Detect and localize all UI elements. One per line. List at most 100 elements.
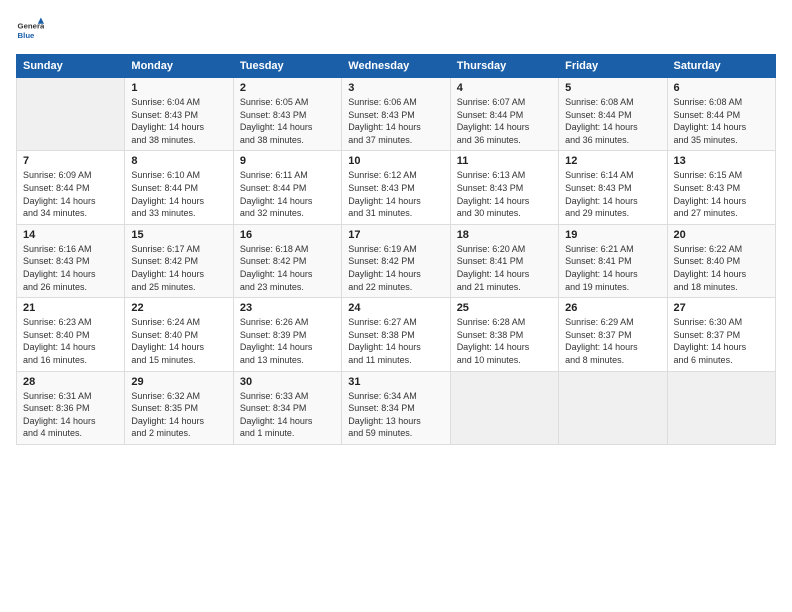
calendar-cell [667, 371, 775, 444]
day-info: Sunrise: 6:12 AMSunset: 8:43 PMDaylight:… [348, 169, 443, 219]
day-info: Sunrise: 6:10 AMSunset: 8:44 PMDaylight:… [131, 169, 226, 219]
calendar-cell: 7 Sunrise: 6:09 AMSunset: 8:44 PMDayligh… [17, 151, 125, 224]
day-number: 6 [674, 82, 769, 94]
day-number: 22 [131, 302, 226, 314]
calendar-cell: 12 Sunrise: 6:14 AMSunset: 8:43 PMDaylig… [559, 151, 667, 224]
calendar-cell: 6 Sunrise: 6:08 AMSunset: 8:44 PMDayligh… [667, 78, 775, 151]
day-number: 2 [240, 82, 335, 94]
day-header-monday: Monday [125, 55, 233, 78]
day-info: Sunrise: 6:09 AMSunset: 8:44 PMDaylight:… [23, 169, 118, 219]
day-number: 17 [348, 229, 443, 241]
day-info: Sunrise: 6:04 AMSunset: 8:43 PMDaylight:… [131, 96, 226, 146]
calendar-cell: 21 Sunrise: 6:23 AMSunset: 8:40 PMDaylig… [17, 298, 125, 371]
day-number: 7 [23, 155, 118, 167]
day-header-thursday: Thursday [450, 55, 558, 78]
day-number: 12 [565, 155, 660, 167]
logo-icon: General Blue [16, 16, 44, 44]
day-info: Sunrise: 6:08 AMSunset: 8:44 PMDaylight:… [674, 96, 769, 146]
week-row-4: 21 Sunrise: 6:23 AMSunset: 8:40 PMDaylig… [17, 298, 776, 371]
day-number: 5 [565, 82, 660, 94]
calendar-cell: 3 Sunrise: 6:06 AMSunset: 8:43 PMDayligh… [342, 78, 450, 151]
day-info: Sunrise: 6:34 AMSunset: 8:34 PMDaylight:… [348, 390, 443, 440]
day-number: 21 [23, 302, 118, 314]
day-info: Sunrise: 6:33 AMSunset: 8:34 PMDaylight:… [240, 390, 335, 440]
day-number: 27 [674, 302, 769, 314]
calendar-cell: 11 Sunrise: 6:13 AMSunset: 8:43 PMDaylig… [450, 151, 558, 224]
calendar-cell: 23 Sunrise: 6:26 AMSunset: 8:39 PMDaylig… [233, 298, 341, 371]
logo: General Blue [16, 16, 44, 44]
calendar-cell: 10 Sunrise: 6:12 AMSunset: 8:43 PMDaylig… [342, 151, 450, 224]
calendar-cell: 8 Sunrise: 6:10 AMSunset: 8:44 PMDayligh… [125, 151, 233, 224]
day-info: Sunrise: 6:17 AMSunset: 8:42 PMDaylight:… [131, 243, 226, 293]
calendar-cell: 24 Sunrise: 6:27 AMSunset: 8:38 PMDaylig… [342, 298, 450, 371]
calendar-cell: 15 Sunrise: 6:17 AMSunset: 8:42 PMDaylig… [125, 224, 233, 297]
day-header-friday: Friday [559, 55, 667, 78]
day-number: 16 [240, 229, 335, 241]
day-info: Sunrise: 6:13 AMSunset: 8:43 PMDaylight:… [457, 169, 552, 219]
calendar-cell: 5 Sunrise: 6:08 AMSunset: 8:44 PMDayligh… [559, 78, 667, 151]
calendar-cell: 27 Sunrise: 6:30 AMSunset: 8:37 PMDaylig… [667, 298, 775, 371]
week-row-5: 28 Sunrise: 6:31 AMSunset: 8:36 PMDaylig… [17, 371, 776, 444]
header: General Blue [16, 16, 776, 44]
day-number: 3 [348, 82, 443, 94]
calendar-cell: 28 Sunrise: 6:31 AMSunset: 8:36 PMDaylig… [17, 371, 125, 444]
calendar-cell: 16 Sunrise: 6:18 AMSunset: 8:42 PMDaylig… [233, 224, 341, 297]
calendar-cell: 25 Sunrise: 6:28 AMSunset: 8:38 PMDaylig… [450, 298, 558, 371]
day-number: 28 [23, 376, 118, 388]
day-number: 13 [674, 155, 769, 167]
calendar-cell: 13 Sunrise: 6:15 AMSunset: 8:43 PMDaylig… [667, 151, 775, 224]
day-info: Sunrise: 6:16 AMSunset: 8:43 PMDaylight:… [23, 243, 118, 293]
day-info: Sunrise: 6:30 AMSunset: 8:37 PMDaylight:… [674, 316, 769, 366]
day-number: 9 [240, 155, 335, 167]
day-info: Sunrise: 6:14 AMSunset: 8:43 PMDaylight:… [565, 169, 660, 219]
day-header-tuesday: Tuesday [233, 55, 341, 78]
page: General Blue SundayMondayTuesdayWednesda… [0, 0, 792, 612]
week-row-1: 1 Sunrise: 6:04 AMSunset: 8:43 PMDayligh… [17, 78, 776, 151]
day-header-sunday: Sunday [17, 55, 125, 78]
day-info: Sunrise: 6:27 AMSunset: 8:38 PMDaylight:… [348, 316, 443, 366]
calendar-cell: 2 Sunrise: 6:05 AMSunset: 8:43 PMDayligh… [233, 78, 341, 151]
day-number: 23 [240, 302, 335, 314]
week-row-2: 7 Sunrise: 6:09 AMSunset: 8:44 PMDayligh… [17, 151, 776, 224]
day-info: Sunrise: 6:07 AMSunset: 8:44 PMDaylight:… [457, 96, 552, 146]
day-info: Sunrise: 6:26 AMSunset: 8:39 PMDaylight:… [240, 316, 335, 366]
week-row-3: 14 Sunrise: 6:16 AMSunset: 8:43 PMDaylig… [17, 224, 776, 297]
day-info: Sunrise: 6:15 AMSunset: 8:43 PMDaylight:… [674, 169, 769, 219]
day-number: 8 [131, 155, 226, 167]
calendar-cell: 14 Sunrise: 6:16 AMSunset: 8:43 PMDaylig… [17, 224, 125, 297]
day-number: 19 [565, 229, 660, 241]
day-info: Sunrise: 6:19 AMSunset: 8:42 PMDaylight:… [348, 243, 443, 293]
calendar-cell [559, 371, 667, 444]
day-info: Sunrise: 6:06 AMSunset: 8:43 PMDaylight:… [348, 96, 443, 146]
day-number: 15 [131, 229, 226, 241]
day-info: Sunrise: 6:22 AMSunset: 8:40 PMDaylight:… [674, 243, 769, 293]
day-info: Sunrise: 6:11 AMSunset: 8:44 PMDaylight:… [240, 169, 335, 219]
day-info: Sunrise: 6:31 AMSunset: 8:36 PMDaylight:… [23, 390, 118, 440]
day-info: Sunrise: 6:29 AMSunset: 8:37 PMDaylight:… [565, 316, 660, 366]
calendar-cell [450, 371, 558, 444]
day-number: 20 [674, 229, 769, 241]
calendar-cell: 4 Sunrise: 6:07 AMSunset: 8:44 PMDayligh… [450, 78, 558, 151]
calendar-cell: 22 Sunrise: 6:24 AMSunset: 8:40 PMDaylig… [125, 298, 233, 371]
day-number: 24 [348, 302, 443, 314]
day-number: 30 [240, 376, 335, 388]
calendar-cell: 29 Sunrise: 6:32 AMSunset: 8:35 PMDaylig… [125, 371, 233, 444]
day-header-saturday: Saturday [667, 55, 775, 78]
calendar-cell: 31 Sunrise: 6:34 AMSunset: 8:34 PMDaylig… [342, 371, 450, 444]
day-number: 25 [457, 302, 552, 314]
day-number: 29 [131, 376, 226, 388]
day-number: 31 [348, 376, 443, 388]
calendar-cell: 18 Sunrise: 6:20 AMSunset: 8:41 PMDaylig… [450, 224, 558, 297]
calendar-cell: 26 Sunrise: 6:29 AMSunset: 8:37 PMDaylig… [559, 298, 667, 371]
day-info: Sunrise: 6:08 AMSunset: 8:44 PMDaylight:… [565, 96, 660, 146]
day-number: 1 [131, 82, 226, 94]
day-info: Sunrise: 6:28 AMSunset: 8:38 PMDaylight:… [457, 316, 552, 366]
calendar-cell: 30 Sunrise: 6:33 AMSunset: 8:34 PMDaylig… [233, 371, 341, 444]
svg-text:Blue: Blue [18, 31, 36, 40]
day-info: Sunrise: 6:05 AMSunset: 8:43 PMDaylight:… [240, 96, 335, 146]
day-number: 10 [348, 155, 443, 167]
day-info: Sunrise: 6:24 AMSunset: 8:40 PMDaylight:… [131, 316, 226, 366]
day-number: 11 [457, 155, 552, 167]
day-info: Sunrise: 6:32 AMSunset: 8:35 PMDaylight:… [131, 390, 226, 440]
calendar-cell: 20 Sunrise: 6:22 AMSunset: 8:40 PMDaylig… [667, 224, 775, 297]
